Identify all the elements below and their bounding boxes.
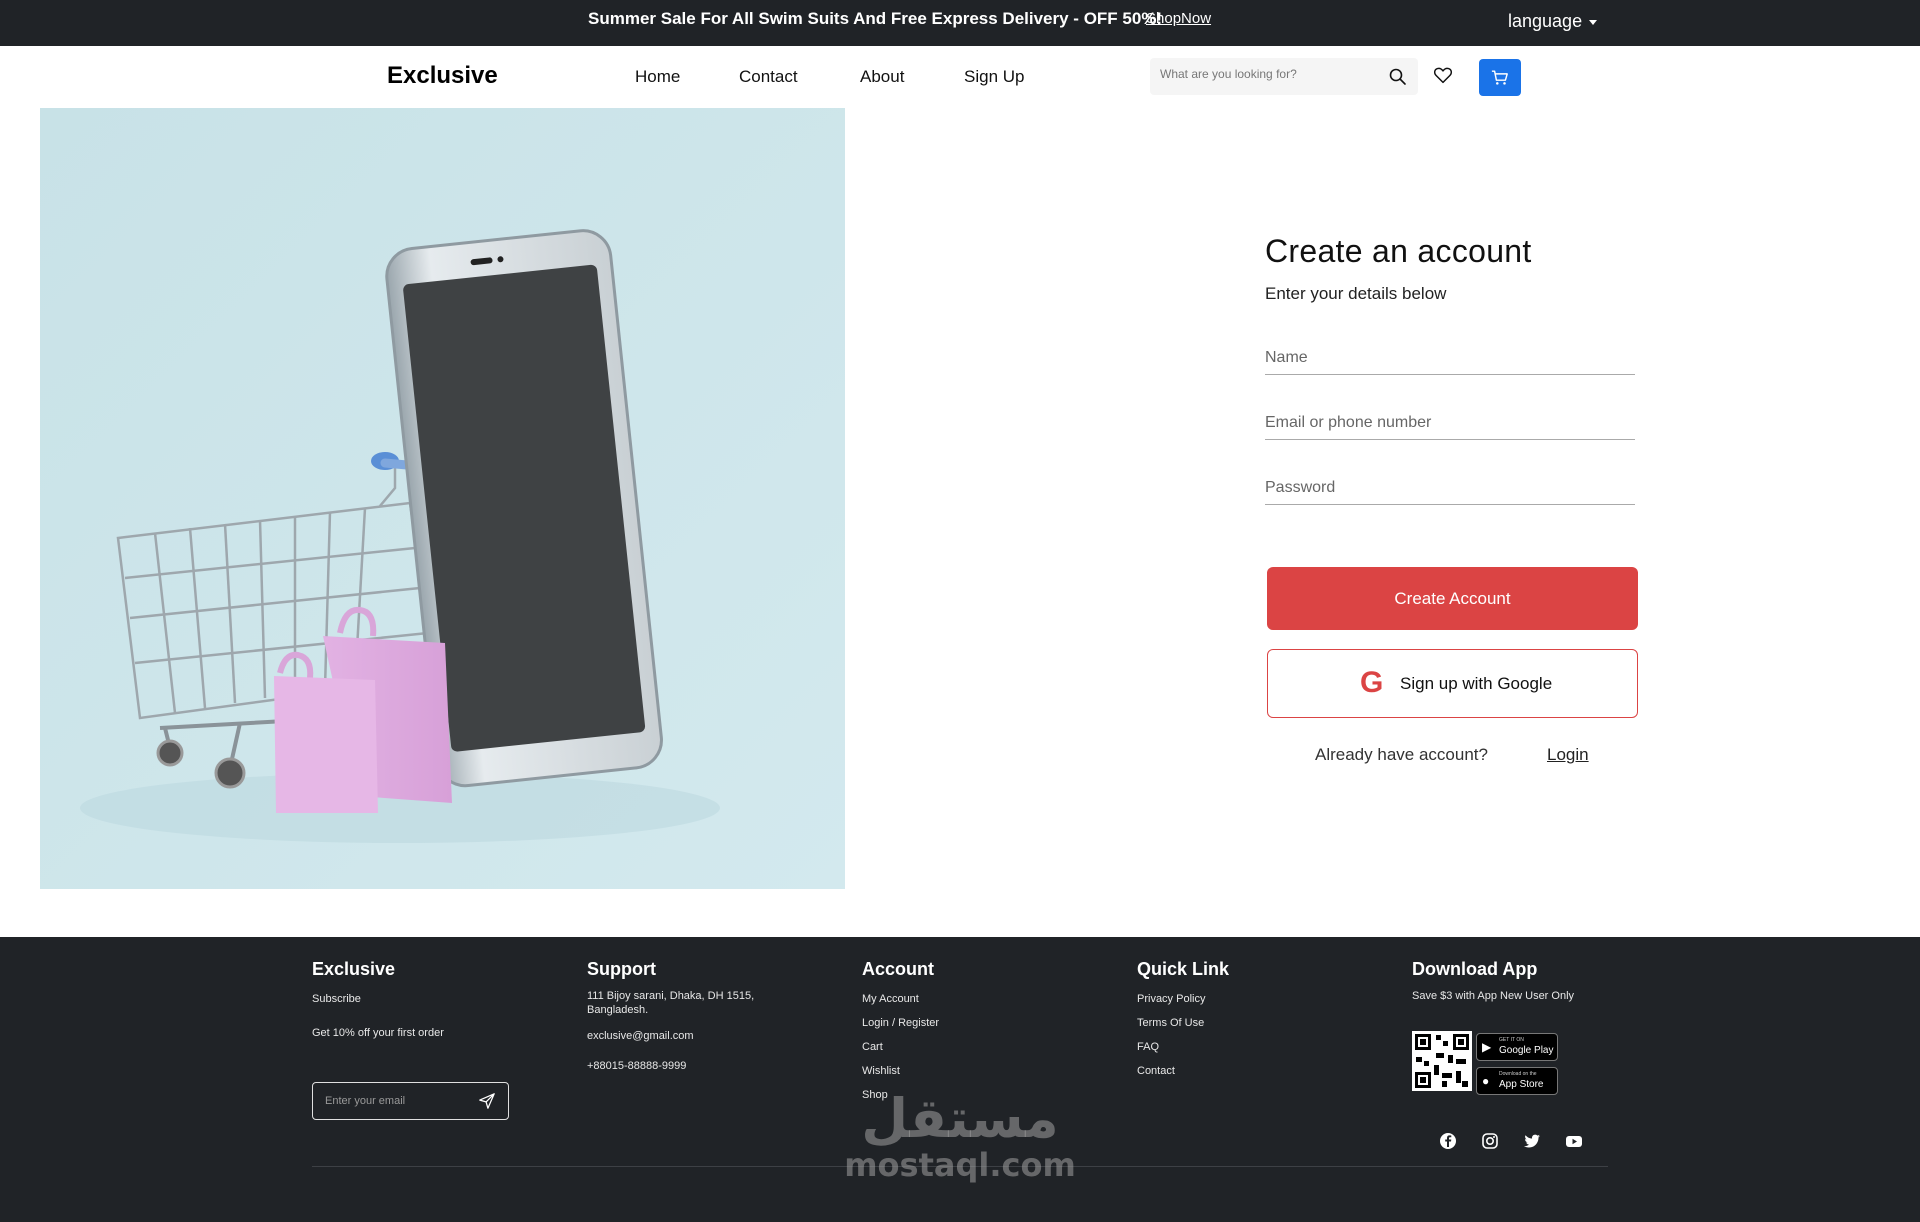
twitter-icon[interactable] — [1522, 1131, 1542, 1151]
footer-heading-download-app: Download App — [1412, 959, 1538, 979]
nav-sign-up[interactable]: Sign Up — [964, 67, 1024, 87]
app-store-text: App Store — [1499, 1079, 1544, 1090]
email-field[interactable] — [1265, 400, 1635, 440]
footer-phone: +88015-88888-9999 — [587, 1060, 687, 1072]
google-icon: G — [1360, 666, 1384, 699]
already-have-account-text: Already have account? — [1315, 745, 1488, 764]
heart-icon[interactable] — [1432, 64, 1454, 86]
facebook-icon[interactable] — [1438, 1131, 1458, 1151]
footer-col-support: Support 111 Bijoy sarani, Dhaka, DH 1515… — [587, 959, 787, 1073]
language-dropdown[interactable]: language — [1508, 11, 1598, 32]
footer-link-login-register[interactable]: Login / Register — [862, 1016, 1012, 1030]
search-icon[interactable] — [1388, 67, 1408, 87]
cart-icon — [1491, 70, 1508, 85]
footer-heading-quick-link: Quick Link — [1137, 959, 1230, 979]
form-title: Create an account — [1265, 233, 1532, 269]
footer-link-terms[interactable]: Terms Of Use — [1137, 1016, 1287, 1030]
footer-heading-support: Support — [587, 959, 656, 979]
watermark: مستقل mostaql.com — [840, 1087, 1080, 1184]
shop-now-link[interactable]: ShopNow — [1146, 10, 1211, 27]
language-label: language — [1508, 11, 1583, 31]
footer-app-subtitle: Save $3 with App New User Only — [1412, 990, 1575, 1002]
password-field[interactable] — [1265, 465, 1635, 505]
watermark-arabic: مستقل — [861, 1087, 1059, 1150]
footer-col-quick-link: Quick Link Privacy Policy Terms Of Use F… — [1137, 959, 1287, 1078]
name-field[interactable] — [1265, 335, 1635, 375]
cart-button[interactable] — [1479, 59, 1521, 96]
footer-heading-account: Account — [862, 959, 934, 979]
apple-icon: ● — [1482, 1074, 1490, 1088]
nav-about[interactable]: About — [860, 67, 904, 87]
google-play-text: Google Play — [1499, 1045, 1554, 1056]
play-store-icon: ▶ — [1482, 1040, 1492, 1054]
footer-address-line2: Bangladesh. — [587, 1004, 649, 1016]
caret-down-icon — [1589, 19, 1598, 25]
footer-email-input[interactable] — [325, 1095, 475, 1107]
watermark-english: mostaql.com — [844, 1146, 1076, 1184]
search-input[interactable] — [1160, 67, 1380, 81]
instagram-icon[interactable] — [1480, 1131, 1500, 1151]
app-store-small-text: Download on the — [1499, 1071, 1537, 1077]
footer-link-cart[interactable]: Cart — [862, 1040, 1012, 1054]
logo[interactable]: Exclusive — [387, 62, 498, 90]
footer-col-account: Account My Account Login / Register Cart… — [862, 959, 1012, 1102]
footer-email[interactable]: exclusive@gmail.com — [587, 1029, 787, 1043]
google-play-badge[interactable]: ▶ GET IT ON Google Play — [1476, 1033, 1558, 1061]
google-play-small-text: GET IT ON — [1499, 1037, 1524, 1043]
footer-link-my-account[interactable]: My Account — [862, 992, 1012, 1006]
send-icon[interactable] — [478, 1092, 496, 1110]
app-store-badge[interactable]: ● Download on the App Store — [1476, 1067, 1558, 1095]
footer-link-faq[interactable]: FAQ — [1137, 1040, 1287, 1054]
hero-image — [40, 108, 845, 889]
footer-address-line1: 111 Bijoy sarani, Dhaka, DH 1515, — [587, 990, 755, 1002]
announcement-text: Summer Sale For All Swim Suits And Free … — [588, 9, 1163, 28]
nav-contact[interactable]: Contact — [739, 67, 798, 87]
form-subtitle: Enter your details below — [1265, 284, 1447, 303]
footer-subscribe: Subscribe — [312, 993, 361, 1005]
google-signup-button[interactable]: G Sign up with Google — [1267, 649, 1638, 718]
footer-offer: Get 10% off your first order — [312, 1027, 444, 1039]
search-box — [1150, 58, 1418, 95]
google-signup-label: Sign up with Google — [1400, 674, 1553, 693]
navbar: Exclusive Home Contact About Sign Up — [0, 46, 1920, 108]
footer-link-contact[interactable]: Contact — [1137, 1064, 1287, 1078]
login-link[interactable]: Login — [1547, 745, 1589, 765]
footer-col-exclusive: Exclusive Subscribe Get 10% off your fir… — [312, 959, 522, 1120]
phone-cart-illustration — [40, 108, 845, 889]
announcement-bar: Summer Sale For All Swim Suits And Free … — [0, 0, 1920, 46]
footer-col-download-app: Download App Save $3 with App New User O… — [1412, 959, 1612, 1169]
footer-link-privacy[interactable]: Privacy Policy — [1137, 992, 1287, 1006]
qr-code-icon — [1412, 1031, 1472, 1091]
footer-link-wishlist[interactable]: Wishlist — [862, 1064, 1012, 1078]
create-account-button[interactable]: Create Account — [1267, 567, 1638, 630]
footer-email-box — [312, 1082, 509, 1120]
footer-heading-exclusive: Exclusive — [312, 959, 396, 979]
youtube-icon[interactable] — [1564, 1131, 1584, 1151]
nav-home[interactable]: Home — [635, 67, 680, 87]
